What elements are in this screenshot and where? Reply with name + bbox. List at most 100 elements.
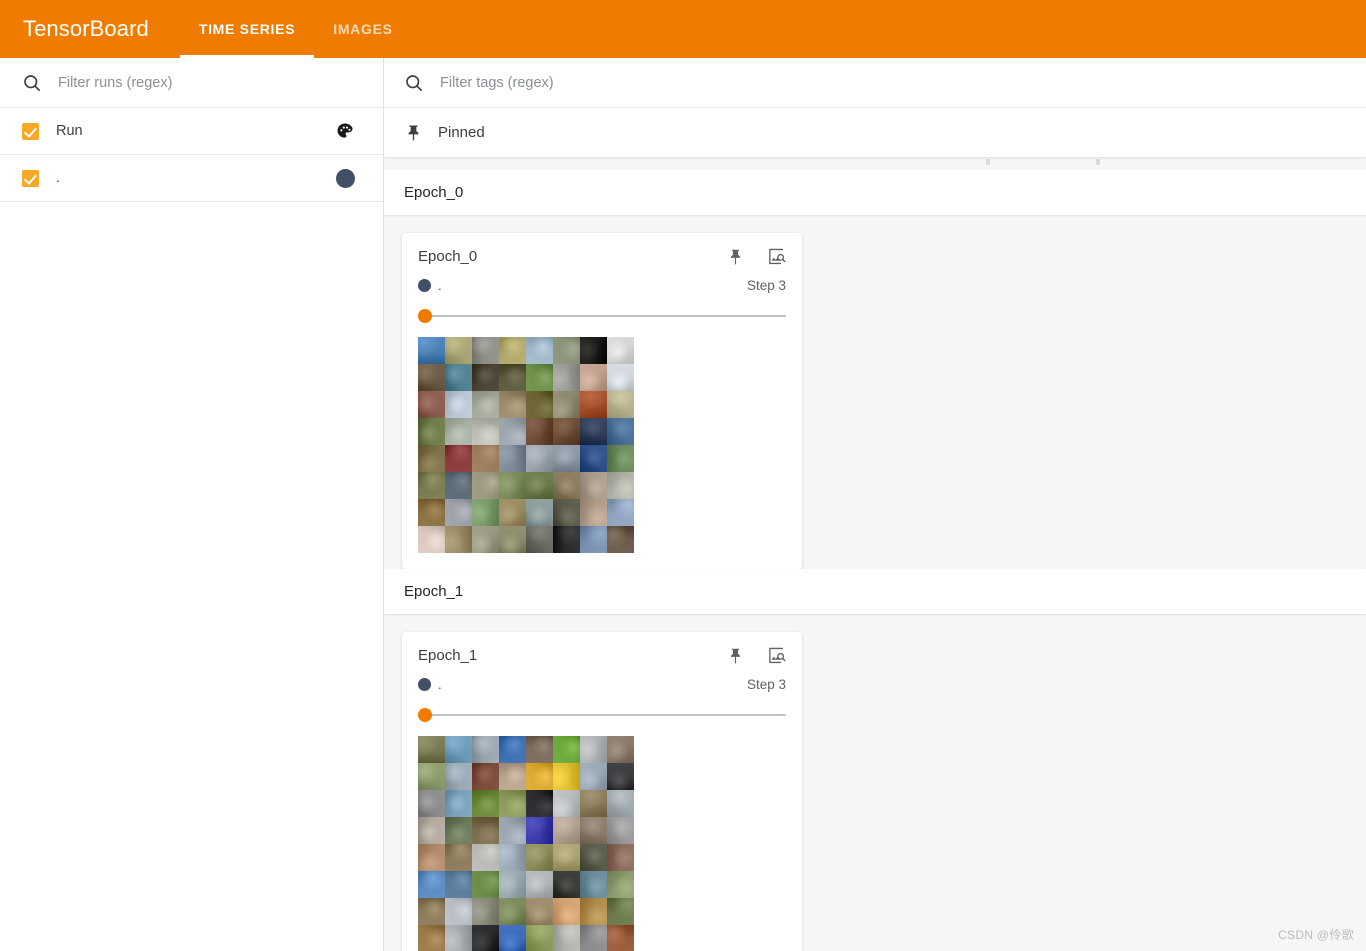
image-thumbnail [607,844,634,871]
slider-track [422,714,786,716]
pin-icon[interactable] [726,247,745,266]
run-checkbox[interactable] [22,169,39,187]
select-all-runs-checkbox[interactable] [22,122,39,140]
image-thumbnail [607,499,634,526]
image-grid[interactable] [418,337,634,553]
run-color-swatch [418,279,431,292]
image-thumbnail [607,472,634,499]
image-thumbnail [580,844,607,871]
image-thumbnail [526,391,553,418]
image-thumbnail [499,898,526,925]
step-slider[interactable] [418,708,786,722]
image-thumbnail [499,526,526,553]
card-actions [726,646,786,665]
image-thumbnail [418,844,445,871]
main-content: Pinned Epoch_0 Epoch_0 [384,58,1366,951]
image-thumbnail [445,844,472,871]
image-thumbnail [445,925,472,951]
image-thumbnail [553,790,580,817]
image-thumbnail [526,418,553,445]
palette-icon[interactable] [335,121,355,141]
image-thumbnail [472,418,499,445]
run-color-swatch[interactable] [336,168,355,188]
image-thumbnail [526,736,553,763]
image-thumbnail [553,844,580,871]
image-thumbnail [607,871,634,898]
image-thumbnail [580,925,607,951]
image-thumbnail [472,391,499,418]
image-thumbnail [499,499,526,526]
image-grid[interactable] [418,736,634,951]
image-thumbnail [472,526,499,553]
image-thumbnail [499,418,526,445]
image-search-icon[interactable] [767,646,786,665]
group-header-epoch-0[interactable]: Epoch_0 [384,170,1366,215]
image-thumbnail [499,472,526,499]
runs-header-row: Run [0,108,383,155]
image-thumbnail [472,844,499,871]
image-thumbnail [553,418,580,445]
run-color-swatch [418,678,431,691]
group-header-label: Epoch_0 [404,184,464,201]
clipped-card-mark [986,159,990,165]
card-title: Epoch_1 [418,647,478,664]
watermark: CSDN @伶歌 [1278,928,1354,942]
image-thumbnail [445,790,472,817]
pin-icon [408,125,419,141]
tag-filter-input[interactable] [440,74,1350,91]
image-thumbnail [553,445,580,472]
image-thumbnail [607,337,634,364]
image-thumbnail [418,871,445,898]
group-header-epoch-1[interactable]: Epoch_1 [384,569,1366,614]
slider-thumb[interactable] [418,309,432,323]
run-filter-input[interactable] [58,74,367,91]
slider-track [422,315,786,317]
image-thumbnail [472,499,499,526]
image-thumbnail [580,790,607,817]
image-thumbnail [499,337,526,364]
image-search-icon[interactable] [767,247,786,266]
tab-images[interactable]: IMAGES [314,0,411,58]
image-thumbnail [526,364,553,391]
pinned-section-header[interactable]: Pinned [384,108,1366,157]
image-thumbnail [472,898,499,925]
image-thumbnail [445,817,472,844]
image-thumbnail [418,817,445,844]
slider-thumb[interactable] [418,708,432,722]
app-header: TensorBoard TIME SERIES IMAGES [0,0,1366,58]
tab-images-label: IMAGES [333,21,393,37]
image-thumbnail [499,925,526,951]
image-thumbnail [553,763,580,790]
image-thumbnail [418,763,445,790]
image-thumbnail [499,844,526,871]
step-slider[interactable] [418,309,786,323]
image-thumbnail [526,445,553,472]
card-run-meta: . Step 3 [418,278,786,293]
image-thumbnail [553,925,580,951]
image-thumbnail [553,472,580,499]
image-thumbnail [553,898,580,925]
image-thumbnail [580,445,607,472]
sidebar-empty-space [0,202,383,951]
runs-sidebar: Run . [0,58,384,951]
image-thumbnail [526,871,553,898]
image-thumbnail [553,337,580,364]
image-thumbnail [553,736,580,763]
image-thumbnail [526,898,553,925]
run-row[interactable]: . [0,155,383,202]
image-thumbnail [553,391,580,418]
image-thumbnail [580,871,607,898]
image-thumbnail [472,736,499,763]
image-thumbnail [499,736,526,763]
image-thumbnail [580,337,607,364]
image-thumbnail [499,763,526,790]
image-thumbnail [418,445,445,472]
image-thumbnail [607,736,634,763]
image-thumbnail [580,526,607,553]
image-thumbnail [553,526,580,553]
tab-time-series[interactable]: TIME SERIES [179,0,315,58]
group-body-epoch-0: Epoch_0 . Step 3 [384,215,1366,569]
run-name-label: . [56,170,61,186]
pin-icon[interactable] [726,646,745,665]
image-thumbnail [418,418,445,445]
